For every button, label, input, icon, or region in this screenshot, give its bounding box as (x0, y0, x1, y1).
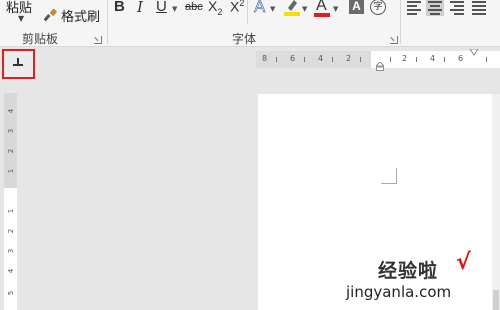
ruler-tick (390, 57, 391, 62)
align-left-button[interactable] (405, 0, 423, 16)
watermark-logo-text: 经验啦 (378, 260, 439, 282)
format-painter-label: 格式刷 (61, 9, 101, 25)
ruler-tick (276, 57, 277, 62)
scrollbar-thumb[interactable] (493, 290, 499, 310)
paste-dropdown-chevron-icon[interactable]: ▼ (18, 14, 24, 23)
ruler-label: 3 (7, 248, 15, 254)
group-divider (400, 0, 401, 44)
left-indent-marker-icon[interactable] (376, 62, 384, 71)
ruler-tick (486, 57, 487, 62)
text-boundary-corner-mark (381, 168, 397, 184)
ruler-tick (444, 57, 445, 62)
vertical-ruler[interactable]: 4 3 2 1 1 2 3 4 5 (4, 93, 17, 310)
clipboard-launcher-icon[interactable] (94, 36, 102, 44)
underline-dropdown-icon[interactable]: ▼ (172, 5, 177, 13)
watermark-check-icon: √ (456, 250, 471, 275)
ruler-label: 4 (430, 54, 436, 63)
superscript-button[interactable]: X2 (230, 0, 244, 15)
document-page[interactable] (258, 94, 492, 310)
highlight-dropdown-icon[interactable]: ▼ (302, 5, 307, 13)
ruler-label: 3 (7, 128, 15, 134)
align-center-button[interactable] (426, 0, 444, 16)
ruler-tick (304, 57, 305, 62)
clipboard-group-label: 剪贴板 (22, 32, 59, 46)
divider (247, 0, 248, 24)
right-indent-marker-icon[interactable] (470, 49, 478, 57)
vertical-scrollbar[interactable] (492, 94, 500, 310)
underline-button[interactable]: U (156, 0, 167, 15)
ruler-label: 6 (458, 54, 464, 63)
ruler-label: 4 (7, 108, 15, 114)
watermark-url: jingyanla.com (346, 283, 452, 301)
text-effect-dropdown-icon[interactable]: ▼ (270, 5, 275, 13)
strikethrough-button[interactable]: abc (185, 1, 203, 13)
ruler-label: 1 (7, 208, 15, 214)
italic-button[interactable]: I (137, 0, 143, 16)
ruler-tick (332, 57, 333, 62)
ruler-label: 2 (402, 54, 408, 63)
ruler-tick (416, 57, 417, 62)
ribbon: 粘贴 ▼ 格式刷 剪贴板 B I U ▼ abc X2 X2 A ▼ ▼ A ▼… (0, 0, 500, 47)
format-painter-button[interactable]: 格式刷 (44, 5, 100, 25)
enclose-characters-button[interactable]: 字 (370, 0, 386, 15)
ruler-label: 1 (7, 168, 15, 174)
horizontal-ruler[interactable]: 8 6 4 2 2 4 6 (256, 49, 500, 71)
font-launcher-icon[interactable] (390, 36, 398, 44)
ruler-label: 5 (7, 290, 15, 296)
highlight-pen-icon[interactable] (284, 0, 300, 16)
character-shading-button[interactable]: A (349, 0, 364, 14)
ruler-label: 6 (290, 54, 296, 63)
ruler-label: 2 (7, 148, 15, 154)
ruler-label: 4 (7, 268, 15, 274)
font-color-bar (314, 13, 330, 17)
text-effect-button[interactable]: A (254, 0, 266, 17)
group-divider (107, 0, 108, 44)
tab-selector-button[interactable] (2, 49, 35, 79)
subscript-button[interactable]: X2 (208, 0, 222, 17)
ruler-label: 2 (7, 228, 15, 234)
ruler-label: 4 (318, 54, 324, 63)
justify-button[interactable] (470, 0, 488, 16)
font-color-dropdown-icon[interactable]: ▼ (333, 5, 338, 13)
ruler-margin-area (256, 51, 371, 68)
ruler-label: 2 (346, 54, 352, 63)
font-group-label: 字体 (232, 32, 257, 46)
format-painter-icon (44, 8, 57, 22)
ruler-label: 8 (262, 54, 268, 63)
ruler-tick (360, 57, 361, 62)
bold-button[interactable]: B (114, 0, 125, 15)
align-right-button[interactable] (448, 0, 466, 16)
left-tab-icon (13, 58, 23, 66)
